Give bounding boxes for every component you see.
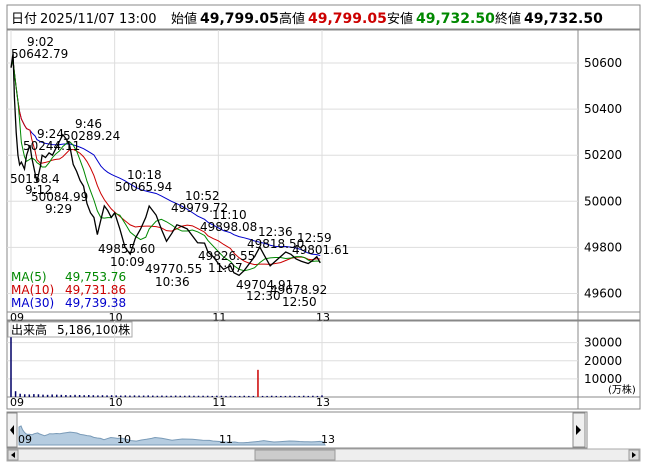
price-y-tick-label: 50200	[584, 148, 622, 162]
header-open-label: 始値	[171, 11, 197, 27]
header-high-value: 49,799.05	[308, 11, 387, 27]
header-date-label: 日付	[11, 12, 37, 27]
header-close-value: 49,732.50	[524, 11, 603, 27]
header-low-label: 安値	[387, 11, 413, 27]
legend-ma30-value: 49,739.38	[65, 296, 126, 310]
chart-svg: 日付 2025/11/07 13:00 始値 49,799.05 高値 49,7…	[6, 4, 641, 462]
legend-ma10-name: MA(10)	[11, 283, 54, 297]
price-y-tick-label: 50000	[584, 194, 622, 208]
chart-stage: 日付 2025/11/07 13:00 始値 49,799.05 高値 49,7…	[0, 0, 653, 470]
price-annotation-value: 49801.61	[292, 243, 349, 257]
navigator-x-tick-label: 09	[18, 433, 32, 446]
header-low-value: 49,732.50	[416, 11, 495, 27]
navigator-x-tick-label: 11	[219, 433, 233, 446]
price-annotation-time: 12:36	[258, 225, 293, 239]
price-annotation-time: 12:59	[297, 231, 332, 245]
legend-ma5-name: MA(5)	[11, 270, 47, 284]
volume-y-tick-label: 10000	[584, 372, 622, 386]
header-date: 2025/11/07 13:00	[40, 12, 157, 27]
price-annotation-time: 10:52	[185, 189, 220, 203]
volume-y-ticks: 10000 20000 30000	[584, 336, 622, 386]
volume-x-tick-label: 10	[109, 396, 123, 409]
price-annotation-time: 9:02	[27, 35, 54, 49]
volume-x-tick-label: 13	[316, 396, 330, 409]
navigator-x-tick-label: 13	[321, 433, 335, 446]
ma-legend: MA(5) 49,753.76 MA(10) 49,731.86 MA(30) …	[11, 270, 126, 310]
volume-x-tick-label: 11	[212, 396, 226, 409]
price-annotation-value: 50065.94	[115, 180, 172, 194]
price-y-tick-label: 50400	[584, 102, 622, 116]
price-annotation-value: 50642.79	[11, 47, 68, 61]
volume-title-value: 5,186,100株	[57, 322, 130, 337]
price-annotation-time: 11:10	[212, 208, 247, 222]
price-annotation-time: 11:07	[208, 261, 243, 275]
price-annotation-time: 10:18	[127, 168, 162, 182]
header-high-label: 高値	[279, 11, 305, 27]
price-y-tick-label: 49800	[584, 240, 622, 254]
legend-ma5-value: 49,753.76	[65, 270, 126, 284]
scrollbar-thumb[interactable]	[254, 449, 336, 461]
volume-y-tick-label: 20000	[584, 354, 622, 368]
navigator-x-tick-label: 10	[117, 433, 131, 446]
legend-ma30-name: MA(30)	[11, 296, 54, 310]
volume-y-tick-label: 30000	[584, 336, 622, 350]
price-annotation-time: 10:09	[110, 255, 145, 269]
header-open-value: 49,799.05	[200, 11, 279, 27]
price-annotation-time: 10:36	[155, 275, 190, 289]
price-annotation-time: 12:50	[282, 295, 317, 309]
price-annotation-time: 9:46	[75, 117, 102, 131]
volume-x-tick-label: 09	[10, 396, 24, 409]
legend-ma10-value: 49,731.86	[65, 283, 126, 297]
price-y-tick-label: 50600	[584, 56, 622, 70]
price-y-tick-label: 49600	[584, 286, 622, 300]
header-close-label: 終値	[495, 11, 521, 27]
volume-title-label: 出来高	[11, 322, 47, 337]
price-annotation-value: 49898.08	[200, 220, 257, 234]
price-annotation-value: 49855.60	[98, 242, 155, 256]
price-annotation-value: 50289.24	[63, 129, 120, 143]
volume-title: 出来高 5,186,100株	[7, 321, 133, 338]
price-annotation-value: 49770.55	[145, 262, 202, 276]
price-annotation-time: 9:24	[37, 127, 64, 141]
volume-unit-label: (万株)	[608, 383, 636, 396]
price-annotation-time: 9:29	[45, 202, 72, 216]
